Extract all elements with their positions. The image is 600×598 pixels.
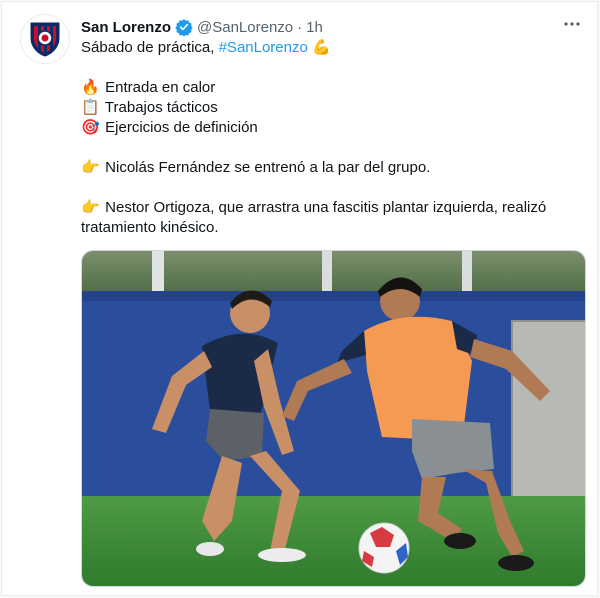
verified-badge-icon bbox=[175, 18, 193, 36]
timestamp[interactable]: 1h bbox=[306, 19, 323, 36]
note-line: 👉 Nestor Ortigoza, que arrastra una fasc… bbox=[81, 198, 581, 238]
tweet-line-intro: Sábado de práctica, #SanLorenzo 💪 bbox=[81, 38, 581, 58]
list-item: 🔥 Entrada en calor bbox=[81, 78, 581, 98]
list-item-text: Ejercicios de definición bbox=[105, 119, 258, 136]
hashtag-link[interactable]: #SanLorenzo bbox=[219, 39, 308, 56]
account-name[interactable]: San Lorenzo bbox=[81, 19, 171, 36]
list-item: 🎯 Ejercicios de definición bbox=[81, 118, 581, 138]
target-icon: 🎯 bbox=[81, 119, 100, 136]
club-crest-icon bbox=[30, 22, 60, 57]
clipboard-icon: 📋 bbox=[81, 99, 100, 116]
account-handle[interactable]: @SanLorenzo bbox=[197, 19, 293, 36]
flexed-biceps-icon: 💪 bbox=[312, 39, 331, 56]
photo-training-icon bbox=[82, 251, 585, 586]
avatar[interactable] bbox=[20, 14, 70, 64]
tweet-photo[interactable] bbox=[81, 250, 586, 587]
note-text: Nicolás Fernández se entrenó a la par de… bbox=[105, 159, 431, 176]
list-item-text: Trabajos tácticos bbox=[104, 99, 218, 116]
pointing-hand-icon: 👉 bbox=[81, 159, 100, 176]
more-options-icon[interactable] bbox=[561, 14, 583, 34]
fire-icon: 🔥 bbox=[81, 79, 100, 96]
pointing-hand-icon: 👉 bbox=[81, 199, 100, 216]
tweet-header: San Lorenzo @SanLorenzo · 1h bbox=[81, 16, 581, 38]
list-item-text: Entrada en calor bbox=[105, 79, 216, 96]
separator-dot: · bbox=[297, 18, 303, 36]
tweet-card[interactable]: San Lorenzo @SanLorenzo · 1h Sábado de p… bbox=[1, 1, 598, 596]
list-item: 📋 Trabajos tácticos bbox=[81, 98, 581, 118]
intro-text: Sábado de práctica, bbox=[81, 39, 219, 56]
note-line: 👉 Nicolás Fernández se entrenó a la par … bbox=[81, 158, 581, 178]
tweet-text: Sábado de práctica, #SanLorenzo 💪 🔥 Entr… bbox=[81, 38, 581, 238]
note-text: Nestor Ortigoza, que arrastra una fascit… bbox=[81, 199, 547, 236]
